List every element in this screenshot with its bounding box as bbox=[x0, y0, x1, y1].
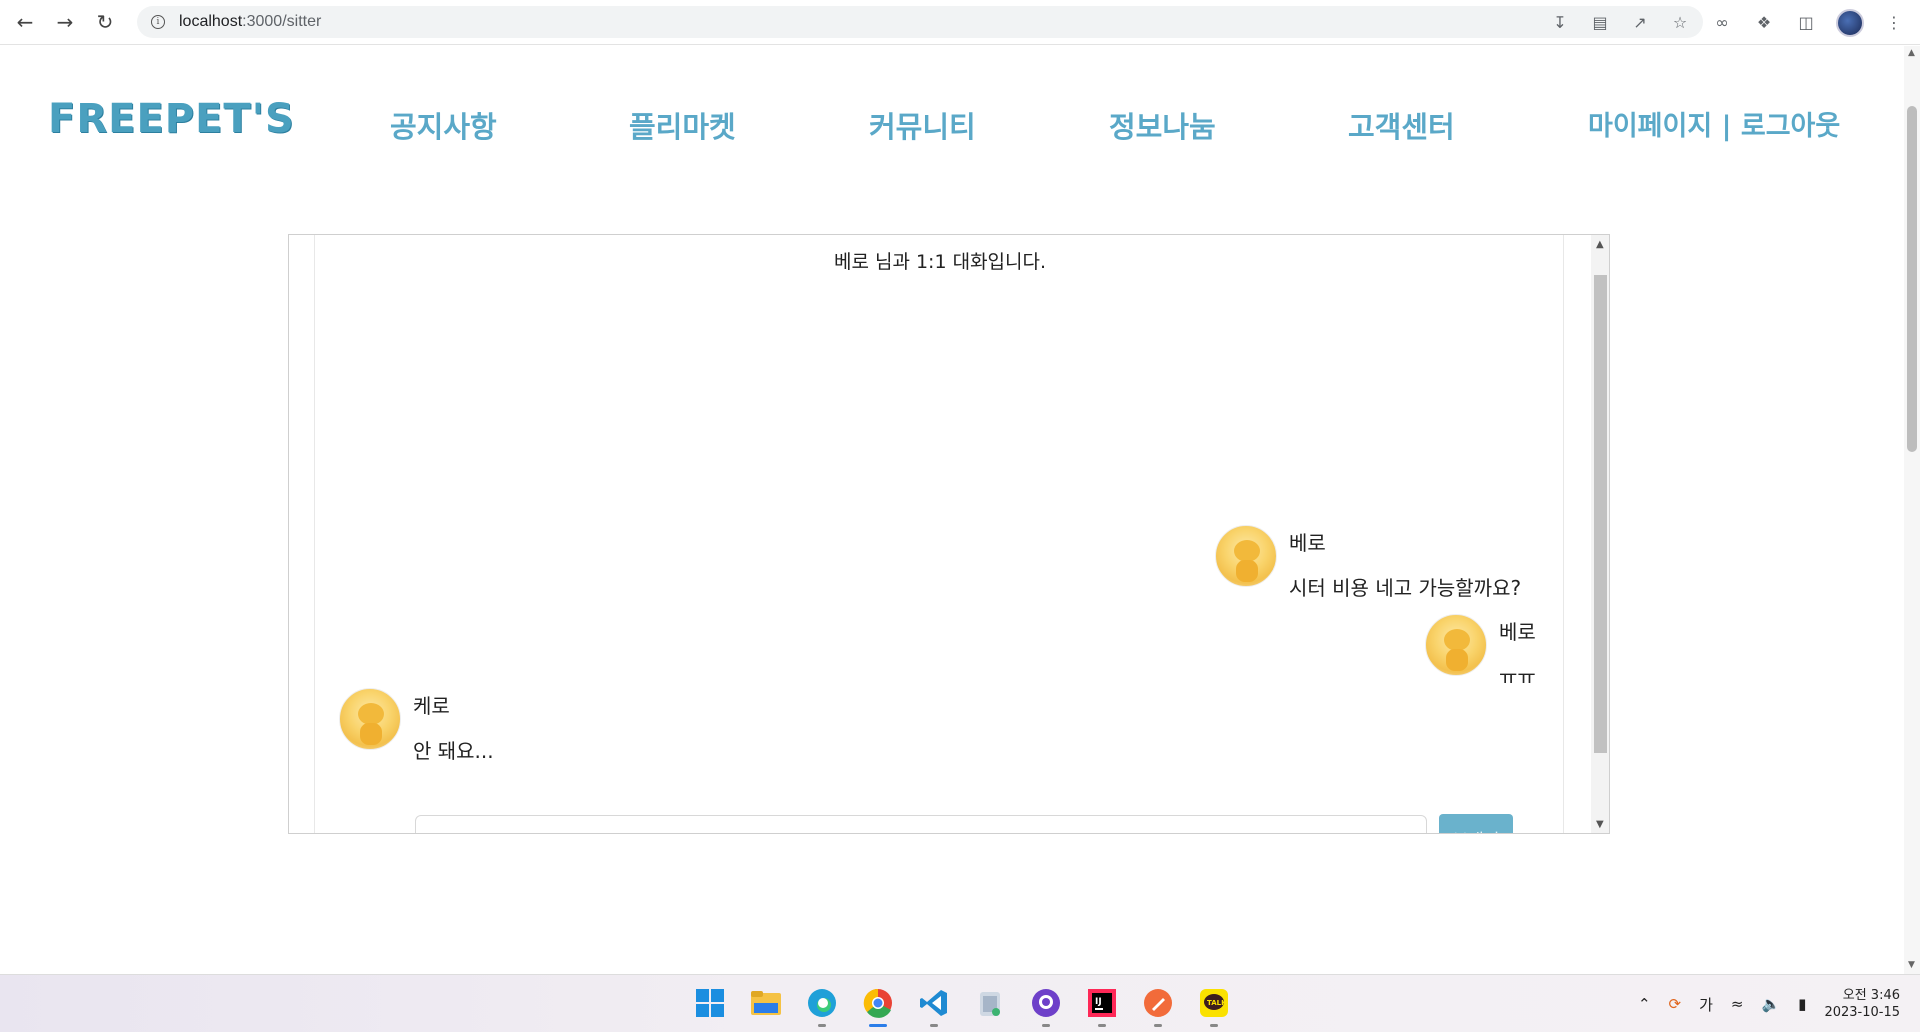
scroll-up-icon[interactable]: ▲ bbox=[1596, 239, 1604, 250]
message-sender: 베로 bbox=[1289, 531, 1326, 555]
volume-icon[interactable]: 🔈 bbox=[1761, 995, 1780, 1013]
clock[interactable]: 오전 3:46 2023-10-15 bbox=[1824, 987, 1900, 1021]
svg-text:IJ: IJ bbox=[1095, 997, 1102, 1007]
translate-icon[interactable]: ▤ bbox=[1589, 11, 1611, 33]
reload-icon[interactable]: ↻ bbox=[90, 7, 120, 37]
taskbar: IJ TALK ⌃ ⟳ 가 ≈ 🔈 ▮ 오전 3:46 2023-10-15 bbox=[0, 974, 1920, 1032]
chat-message: 케로 안 돼요... bbox=[339, 688, 494, 764]
menu-kebab-icon[interactable]: ⋮ bbox=[1882, 11, 1906, 35]
chat-scrollbar[interactable]: ▲ ▼ bbox=[1591, 235, 1609, 833]
side-panel-icon[interactable]: ◫ bbox=[1794, 11, 1818, 35]
scroll-down-icon[interactable]: ▼ bbox=[1908, 960, 1915, 970]
menu-info-share[interactable]: 정보나눔 bbox=[1109, 104, 1216, 146]
send-button[interactable]: 보내기 bbox=[1439, 814, 1513, 833]
file-explorer-icon[interactable] bbox=[748, 985, 784, 1021]
back-icon[interactable]: ← bbox=[10, 7, 40, 37]
clock-time: 오전 3:46 bbox=[1842, 988, 1900, 1003]
message-input[interactable] bbox=[415, 815, 1427, 833]
scroll-down-icon[interactable]: ▼ bbox=[1596, 819, 1604, 830]
chevron-up-icon[interactable]: ⌃ bbox=[1638, 995, 1651, 1013]
windows-start-icon[interactable] bbox=[692, 985, 728, 1021]
message-text: 안 돼요... bbox=[413, 739, 494, 763]
chat-message: 베로 ㅠㅠ bbox=[1425, 614, 1536, 690]
site-info-icon[interactable]: i bbox=[151, 15, 165, 29]
github-icon[interactable] bbox=[1028, 985, 1064, 1027]
extensions-puzzle-icon[interactable]: ❖ bbox=[1752, 11, 1776, 35]
address-bar[interactable]: i localhost:3000/sitter ↧ ▤ ↗ ☆ bbox=[137, 6, 1703, 38]
scroll-thumb[interactable] bbox=[1594, 275, 1607, 753]
bookmark-star-icon[interactable]: ☆ bbox=[1669, 11, 1691, 33]
message-sender: 베로 bbox=[1499, 620, 1536, 644]
page-scrollbar[interactable]: ▲ ▼ bbox=[1904, 46, 1920, 974]
message-text: 시터 비용 네고 가능할까요? bbox=[1289, 576, 1522, 600]
menu-community[interactable]: 커뮤니티 bbox=[869, 104, 976, 146]
chat-content: 베로 님과 1:1 대화입니다. 베로 시터 비용 네고 가능할까요? 베로 ㅠ… bbox=[314, 235, 1564, 833]
pen-app-icon[interactable] bbox=[1140, 985, 1176, 1027]
site-logo[interactable]: FREEPET'S bbox=[48, 96, 295, 142]
ime-indicator[interactable]: 가 bbox=[1699, 994, 1713, 1015]
page-content: FREEPET'S 공지사항 플리마켓 커뮤니티 정보나눔 고객센터 마이페이지… bbox=[0, 46, 1904, 974]
avatar bbox=[339, 688, 401, 750]
profile-avatar[interactable] bbox=[1836, 8, 1864, 37]
extension-redux-icon[interactable]: ∞ bbox=[1710, 11, 1734, 35]
menu-account[interactable]: 마이페이지 | 로그아웃 bbox=[1588, 104, 1840, 143]
recycle-icon[interactable] bbox=[972, 985, 1008, 1021]
intellij-icon[interactable]: IJ bbox=[1084, 985, 1120, 1027]
chat-message: 베로 시터 비용 네고 가능할까요? bbox=[1215, 525, 1521, 601]
avatar bbox=[1425, 614, 1487, 676]
install-app-icon[interactable]: ↧ bbox=[1549, 11, 1571, 33]
vscode-icon[interactable] bbox=[916, 985, 952, 1027]
menu-flea-market[interactable]: 플리마켓 bbox=[629, 104, 736, 146]
kakaotalk-icon[interactable]: TALK bbox=[1196, 985, 1232, 1027]
chat-title: 베로 님과 1:1 대화입니다. bbox=[833, 251, 1047, 273]
message-sender: 케로 bbox=[413, 694, 450, 718]
wifi-icon[interactable]: ≈ bbox=[1731, 995, 1744, 1013]
scroll-up-icon[interactable]: ▲ bbox=[1908, 48, 1915, 58]
chrome-icon[interactable] bbox=[860, 985, 896, 1027]
forward-icon[interactable]: → bbox=[50, 7, 80, 37]
clock-date: 2023-10-15 bbox=[1824, 1005, 1900, 1020]
url-text[interactable]: localhost:3000/sitter bbox=[179, 13, 321, 31]
menu-customer-center[interactable]: 고객센터 bbox=[1348, 104, 1455, 146]
avatar bbox=[1215, 525, 1277, 587]
sync-icon[interactable]: ⟳ bbox=[1669, 995, 1682, 1013]
scroll-thumb[interactable] bbox=[1907, 106, 1917, 452]
share-icon[interactable]: ↗ bbox=[1629, 11, 1651, 33]
menu-notice[interactable]: 공지사항 bbox=[390, 104, 497, 146]
edge-icon[interactable] bbox=[804, 985, 840, 1027]
battery-icon[interactable]: ▮ bbox=[1798, 995, 1806, 1013]
svg-text:TALK: TALK bbox=[1207, 999, 1227, 1007]
chat-window: 베로 님과 1:1 대화입니다. 베로 시터 비용 네고 가능할까요? 베로 ㅠ… bbox=[288, 234, 1610, 834]
browser-toolbar: ← → ↻ i localhost:3000/sitter ↧ ▤ ↗ ☆ ∞ … bbox=[0, 0, 1920, 45]
message-text: ㅠㅠ bbox=[1499, 665, 1536, 689]
